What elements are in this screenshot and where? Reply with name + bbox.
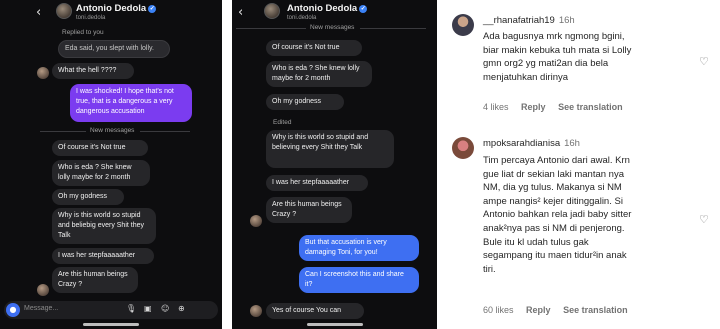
plus-circle-icon[interactable]: ⊕: [178, 304, 185, 313]
see-translation-link[interactable]: See translation: [563, 305, 628, 315]
panel-gap: [222, 0, 232, 329]
reply-link[interactable]: Reply: [521, 102, 546, 112]
see-translation-link[interactable]: See translation: [558, 102, 623, 112]
header-avatar[interactable]: [264, 3, 280, 19]
comment-username[interactable]: mpoksarahdianisa 16h: [483, 138, 580, 149]
dm-screenshot-left: ‹ Antonio Dedola ✓ toni.dedola Replied to…: [0, 0, 222, 329]
home-indicator: [306, 323, 363, 326]
sent-message-bubble[interactable]: I was shocked! I hope that's not true, t…: [70, 84, 192, 122]
replied-to-label: Replied to you: [62, 29, 104, 36]
contact-name[interactable]: Antonio Dedola ✓: [287, 3, 368, 14]
new-messages-divider: New messages: [236, 24, 426, 32]
sent-message-bubble[interactable]: But that accusation is very damaging Ton…: [299, 235, 419, 261]
comment-avatar[interactable]: [452, 137, 474, 159]
message-bubble[interactable]: Why is this world so stupid and believin…: [266, 130, 394, 168]
heart-outline-icon[interactable]: ♡: [699, 56, 709, 67]
message-bubble[interactable]: Why is this world so stupid and beliebig…: [52, 208, 156, 244]
contact-handle: toni.dedola: [76, 15, 106, 21]
message-bubble[interactable]: What the hell ????: [52, 63, 134, 79]
message-bubble[interactable]: Who is eda ? She knew lolly maybe for 2 …: [52, 160, 150, 186]
sticker-icon[interactable]: ☺: [161, 304, 169, 313]
contact-handle: toni.dedola: [287, 15, 317, 21]
contact-name[interactable]: Antonio Dedola ✓: [76, 3, 157, 14]
camera-icon[interactable]: ●: [6, 303, 20, 317]
gallery-icon[interactable]: ▣: [144, 304, 152, 313]
sent-message-bubble[interactable]: Can I screenshot this and share it?: [299, 267, 419, 293]
message-bubble[interactable]: Are this human beings Crazy ?: [266, 197, 352, 223]
comment-avatar[interactable]: [452, 14, 474, 36]
chevron-left-icon[interactable]: ‹: [238, 5, 243, 20]
comments-section: __rhanafatriah19 16h Ada bagusnya mrk ngm…: [437, 0, 720, 329]
message-bubble[interactable]: I was her stepfaaaaather: [266, 175, 368, 191]
comment-timestamp: 16h: [564, 138, 580, 149]
message-bubble[interactable]: Of course it's Not true: [266, 40, 362, 56]
reply-quote-bubble[interactable]: Eda said, you slept with lolly.: [58, 40, 170, 58]
chat-header: ‹ Antonio Dedola ✓ toni.dedola: [0, 0, 222, 26]
reply-link[interactable]: Reply: [526, 305, 551, 315]
chat-header: ‹ Antonio Dedola ✓ toni.dedola: [232, 0, 437, 26]
comment-text: Tim percaya Antonio dari awal. Krn gue l…: [483, 155, 632, 275]
message-bubble[interactable]: Who is eda ? She knew lolly maybe for 2 …: [266, 61, 372, 87]
sender-avatar: [250, 215, 262, 227]
message-bubble[interactable]: Yes of course You can: [266, 303, 364, 319]
message-input[interactable]: Message...: [24, 305, 58, 312]
likes-count[interactable]: 4 likes: [483, 102, 509, 112]
sender-avatar: [37, 67, 49, 79]
message-composer[interactable]: ● Message... 🎙 ▣ ☺ ⊕: [4, 301, 218, 319]
verified-badge-icon: ✓: [148, 5, 157, 13]
header-avatar[interactable]: [56, 3, 72, 19]
edited-label: Edited: [273, 119, 292, 126]
dm-screenshot-right: ‹ Antonio Dedola ✓ toni.dedola New messag…: [232, 0, 437, 329]
chevron-left-icon[interactable]: ‹: [36, 5, 41, 20]
message-bubble[interactable]: Oh my godness: [266, 94, 344, 110]
message-bubble[interactable]: Oh my godness: [52, 189, 124, 205]
comment-text: Ada bagusnya mrk ngmong bgini, biar maki…: [483, 31, 632, 83]
comment-timestamp: 16h: [558, 15, 575, 26]
message-bubble[interactable]: Are this human beings Crazy ?: [52, 267, 138, 293]
home-indicator: [83, 323, 139, 326]
comment-actions: 60 likes Reply See translation: [483, 305, 638, 315]
comment-actions: 4 likes Reply See translation: [483, 102, 633, 112]
message-bubble[interactable]: Of course it's Not true: [52, 140, 148, 156]
new-messages-divider: New messages: [40, 127, 190, 135]
comment-username[interactable]: __rhanafatriah19 16h: [483, 15, 575, 26]
sender-avatar: [250, 305, 262, 317]
message-bubble[interactable]: I was her stepfaaaaather: [52, 248, 154, 264]
likes-count[interactable]: 60 likes: [483, 305, 514, 315]
heart-outline-icon[interactable]: ♡: [699, 214, 709, 225]
sender-avatar: [37, 284, 49, 296]
microphone-icon[interactable]: 🎙: [126, 304, 136, 313]
verified-badge-icon: ✓: [359, 5, 368, 13]
